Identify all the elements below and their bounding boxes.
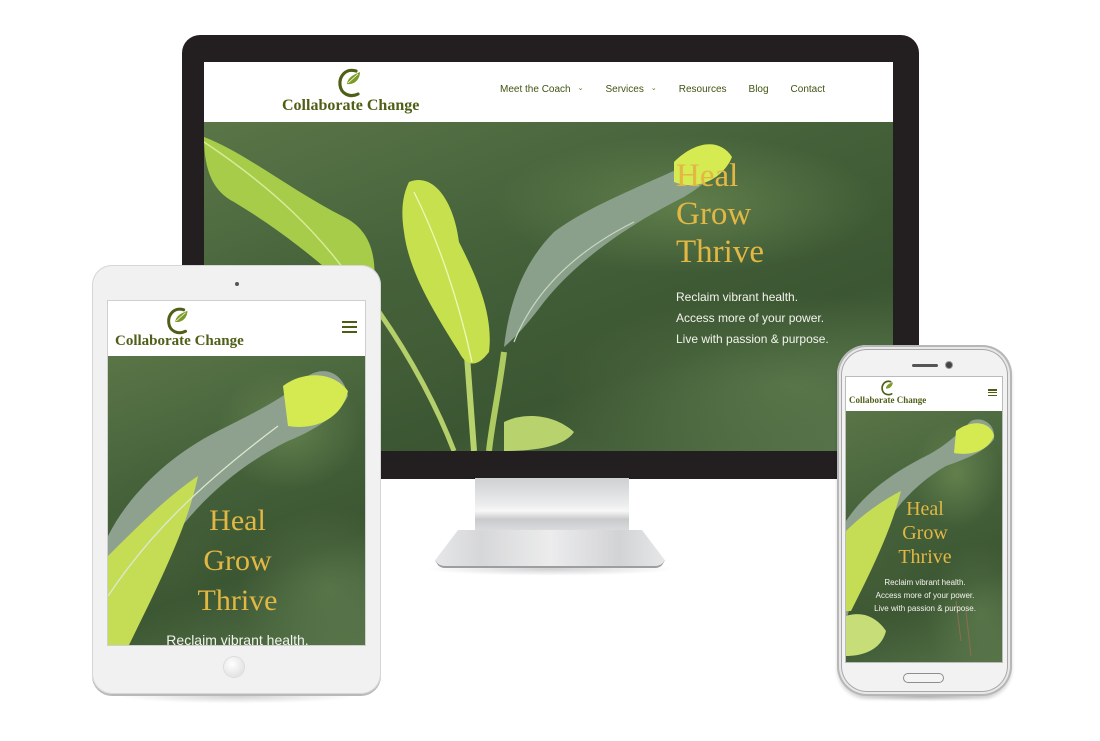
nav-item-blog[interactable]: Blog bbox=[749, 84, 769, 95]
headline-line: Heal bbox=[209, 504, 266, 537]
tablet-camera bbox=[235, 282, 239, 286]
brand-name: Collaborate Change bbox=[282, 97, 420, 114]
chevron-down-icon: ⌄ bbox=[650, 84, 657, 92]
phone-hero-banner: Heal Grow Thrive Reclaim vibrant health.… bbox=[846, 411, 1002, 662]
headline-line: Grow bbox=[902, 522, 948, 544]
brand-name: Collaborate Change bbox=[115, 333, 244, 349]
headline-line: Heal bbox=[906, 498, 944, 520]
nav-label: Services bbox=[605, 84, 644, 95]
nav-label: Resources bbox=[678, 84, 727, 95]
phone-camera bbox=[946, 362, 952, 368]
phone-hero-headline: Heal Grow Thrive bbox=[846, 498, 1002, 568]
tagline: Live with passion & purpose. bbox=[676, 332, 829, 346]
tagline: Reclaim vibrant health. bbox=[166, 632, 309, 646]
leaf-c-monogram-icon bbox=[338, 68, 360, 98]
desktop-hero-taglines: Reclaim vibrant health. Access more of y… bbox=[676, 287, 829, 350]
phone-home-button bbox=[903, 673, 944, 683]
desktop-site-header: Collaborate Change Meet the Coach ⌄ Serv… bbox=[204, 62, 893, 122]
hamburger-menu-icon[interactable] bbox=[342, 321, 357, 333]
hamburger-menu-icon[interactable] bbox=[988, 389, 997, 396]
headline-line: Grow bbox=[203, 544, 272, 577]
desktop-hero-headline: Heal Grow Thrive bbox=[676, 160, 764, 269]
desktop-main-nav: Meet the Coach ⌄ Services ⌄ Resources Bl… bbox=[500, 84, 847, 95]
headline-line: Grow bbox=[676, 196, 752, 232]
phone-website-screen: Collaborate Change Heal Grow Thrive Recl… bbox=[845, 376, 1003, 663]
monitor-stand-base bbox=[435, 530, 665, 568]
headline-line: Heal bbox=[676, 158, 739, 194]
tablet-website-screen: Collaborate Change Heal Grow Thrive Recl… bbox=[107, 300, 366, 646]
headline-line: Thrive bbox=[197, 584, 278, 617]
headline-line: Thrive bbox=[898, 546, 952, 568]
tablet-site-header: Collaborate Change bbox=[108, 301, 365, 356]
chevron-down-icon: ⌄ bbox=[577, 84, 584, 92]
tablet-site-logo[interactable]: Collaborate Change bbox=[115, 305, 244, 350]
brand-name: Collaborate Change bbox=[849, 395, 927, 405]
monitor-stand-neck bbox=[475, 478, 629, 533]
nav-label: Contact bbox=[790, 84, 826, 95]
tablet-hero-banner: Heal Grow Thrive Reclaim vibrant health. bbox=[108, 356, 365, 646]
phone-site-header: Collaborate Change bbox=[846, 377, 1002, 411]
tagline: Access more of your power. bbox=[676, 311, 825, 325]
tablet-home-button bbox=[224, 657, 244, 677]
desktop-site-logo[interactable]: Collaborate Change bbox=[282, 66, 419, 115]
nav-item-contact[interactable]: Contact bbox=[791, 84, 825, 95]
tagline: Access more of your power. bbox=[875, 591, 975, 600]
phone-speaker bbox=[912, 364, 938, 367]
nav-label: Meet the Coach bbox=[500, 84, 571, 95]
nav-item-meet-the-coach[interactable]: Meet the Coach ⌄ bbox=[500, 84, 583, 95]
nav-item-resources[interactable]: Resources bbox=[679, 84, 727, 95]
tablet-hero-taglines: Reclaim vibrant health. bbox=[108, 632, 365, 646]
nav-label: Blog bbox=[748, 84, 769, 95]
tagline: Reclaim vibrant health. bbox=[884, 578, 966, 587]
tablet-hero-headline: Heal Grow Thrive bbox=[108, 504, 365, 617]
phone-hero-taglines: Reclaim vibrant health. Access more of y… bbox=[846, 576, 1002, 615]
nav-item-services[interactable]: Services ⌄ bbox=[605, 84, 656, 95]
headline-line: Thrive bbox=[676, 234, 764, 270]
tagline: Live with passion & purpose. bbox=[874, 604, 976, 613]
phone-site-logo[interactable]: Collaborate Change bbox=[849, 379, 926, 405]
tagline: Reclaim vibrant health. bbox=[676, 290, 799, 304]
